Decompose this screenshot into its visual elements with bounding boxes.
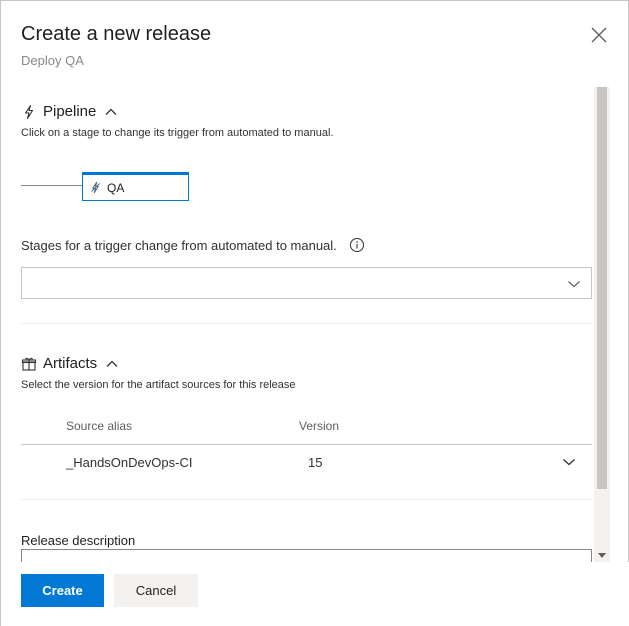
dialog-content[interactable]: Pipeline Click on a stage to change its … xyxy=(1,87,611,562)
artifacts-title: Artifacts xyxy=(43,355,98,372)
artifact-source-alias: _HandsOnDevOps-CI xyxy=(66,455,193,470)
info-icon[interactable] xyxy=(349,237,365,253)
trigger-change-label-row: Stages for a trigger change from automat… xyxy=(21,237,365,253)
chevron-down-icon[interactable] xyxy=(562,455,576,469)
close-button[interactable] xyxy=(587,23,611,47)
artifacts-header: Artifacts xyxy=(21,355,119,372)
chevron-up-icon[interactable] xyxy=(104,105,118,119)
section-divider xyxy=(21,499,592,500)
lightning-icon xyxy=(89,181,102,194)
release-description-input[interactable] xyxy=(21,549,592,562)
gift-icon xyxy=(21,356,37,372)
trigger-change-label: Stages for a trigger change from automat… xyxy=(21,237,337,253)
dialog-footer: Create Cancel xyxy=(1,562,629,626)
column-header-version: Version xyxy=(299,419,340,433)
artifact-version-select[interactable]: 15 xyxy=(308,455,322,470)
scrollbar-thumb[interactable] xyxy=(597,87,607,489)
pipeline-header: Pipeline xyxy=(21,103,118,120)
cancel-button[interactable]: Cancel xyxy=(114,574,198,607)
scroll-down-arrow-icon[interactable] xyxy=(598,553,606,558)
close-icon xyxy=(591,27,607,43)
stage-qa[interactable]: QA xyxy=(82,172,189,201)
dialog-title: Create a new release xyxy=(21,23,212,45)
pipeline-description: Click on a stage to change its trigger f… xyxy=(21,127,334,139)
create-button[interactable]: Create xyxy=(21,574,104,607)
chevron-down-icon xyxy=(567,277,581,291)
column-header-source-alias: Source alias xyxy=(66,419,133,433)
chevron-up-icon[interactable] xyxy=(105,357,119,371)
trigger-stages-dropdown[interactable] xyxy=(21,267,592,299)
artifacts-description: Select the version for the artifact sour… xyxy=(21,379,296,391)
vertical-scrollbar[interactable] xyxy=(594,87,610,562)
release-description-label: Release description xyxy=(21,533,136,548)
lightning-icon xyxy=(21,104,37,120)
stage-name: QA xyxy=(107,180,125,195)
dialog-subtitle: Deploy QA xyxy=(21,53,84,68)
create-release-dialog: Create a new release Deploy QA Pipeline … xyxy=(0,0,629,626)
section-divider xyxy=(21,323,592,324)
table-header-divider xyxy=(21,444,592,445)
stage-connector-line xyxy=(21,185,83,186)
pipeline-title: Pipeline xyxy=(43,103,97,120)
